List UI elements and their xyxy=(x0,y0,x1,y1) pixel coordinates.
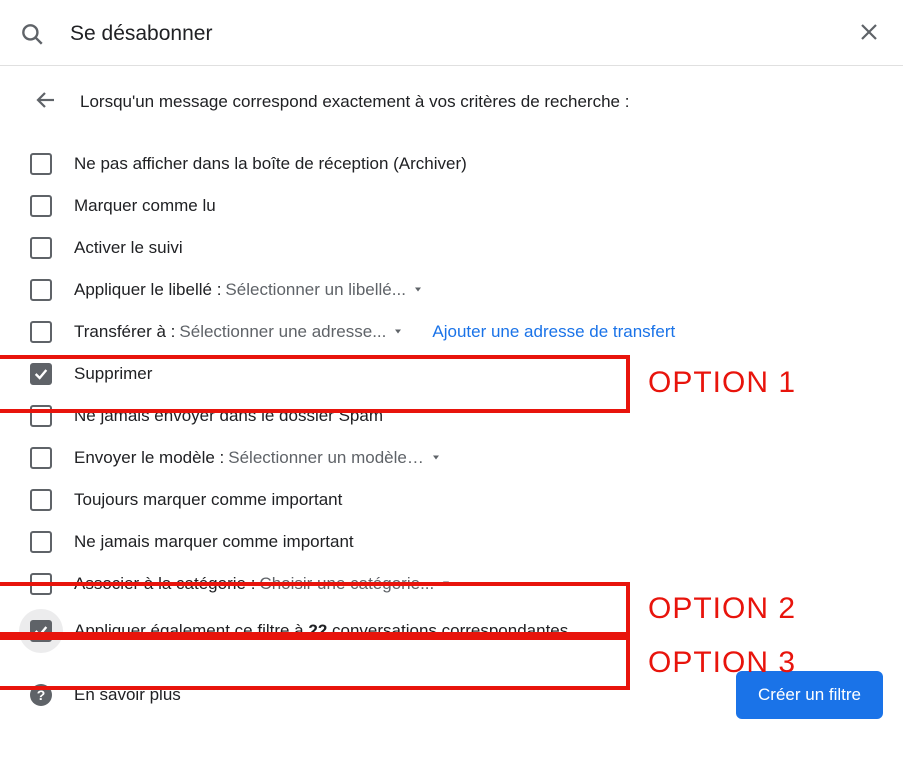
option-apply-label: Appliquer le libellé : Sélectionner un l… xyxy=(30,269,883,311)
intro-text: Lorsqu'un message correspond exactement … xyxy=(80,92,629,112)
label-forward: Transférer à : xyxy=(74,322,175,342)
arrow-left-icon xyxy=(34,88,58,115)
close-button[interactable] xyxy=(853,16,885,51)
label-never-important: Ne jamais marquer comme important xyxy=(74,532,354,552)
select-apply-label[interactable]: Sélectionner un libellé... xyxy=(225,280,424,300)
checkbox-delete[interactable] xyxy=(30,363,52,385)
label-always-important: Toujours marquer comme important xyxy=(74,490,342,510)
option-always-important: Toujours marquer comme important xyxy=(30,479,883,521)
checkbox-forward[interactable] xyxy=(30,321,52,343)
caret-down-icon xyxy=(440,574,452,594)
annotation-label-3: OPTION 3 xyxy=(648,646,796,680)
link-add-forward-address[interactable]: Ajouter une adresse de transfert xyxy=(432,322,675,342)
option-archive: Ne pas afficher dans la boîte de récepti… xyxy=(30,143,883,185)
checkbox-never-spam[interactable] xyxy=(30,405,52,427)
label-mark-read: Marquer comme lu xyxy=(74,196,216,216)
back-button[interactable] xyxy=(30,84,62,119)
checkbox-send-template[interactable] xyxy=(30,447,52,469)
option-send-template: Envoyer le modèle : Sélectionner un modè… xyxy=(30,437,883,479)
option-never-important: Ne jamais marquer comme important xyxy=(30,521,883,563)
option-never-spam: Ne jamais envoyer dans le dossier Spam xyxy=(30,395,883,437)
checkbox-mark-read[interactable] xyxy=(30,195,52,217)
label-archive: Ne pas afficher dans la boîte de récepti… xyxy=(74,154,467,174)
checkbox-categorize[interactable] xyxy=(30,573,52,595)
search-bar xyxy=(0,0,903,66)
search-icon xyxy=(18,20,46,48)
search-input[interactable] xyxy=(68,21,853,47)
select-send-template[interactable]: Sélectionner un modèle… xyxy=(228,448,442,468)
checkbox-apply-existing[interactable] xyxy=(30,620,52,642)
label-delete: Supprimer xyxy=(74,364,152,384)
annotation-label-1: OPTION 1 xyxy=(648,366,796,400)
label-send-template: Envoyer le modèle : xyxy=(74,448,224,468)
checkbox-always-important[interactable] xyxy=(30,489,52,511)
caret-down-icon xyxy=(430,448,442,468)
label-star: Activer le suivi xyxy=(74,238,183,258)
select-categorize[interactable]: Choisir une catégorie... xyxy=(259,574,452,594)
checkbox-star[interactable] xyxy=(30,237,52,259)
option-mark-read: Marquer comme lu xyxy=(30,185,883,227)
option-forward: Transférer à : Sélectionner une adresse.… xyxy=(30,311,883,353)
help-icon[interactable]: ? xyxy=(30,684,52,706)
label-apply-label: Appliquer le libellé : xyxy=(74,280,221,300)
checkbox-apply-label[interactable] xyxy=(30,279,52,301)
label-categorize: Associer à la catégorie : xyxy=(74,574,255,594)
checkbox-halo xyxy=(19,609,63,653)
select-forward[interactable]: Sélectionner une adresse... xyxy=(179,322,404,342)
caret-down-icon xyxy=(392,322,404,342)
option-star: Activer le suivi xyxy=(30,227,883,269)
annotation-label-2: OPTION 2 xyxy=(648,592,796,626)
checkbox-archive[interactable] xyxy=(30,153,52,175)
learn-more-link[interactable]: En savoir plus xyxy=(74,685,181,705)
label-apply-existing: Appliquer également ce filtre à 22 conve… xyxy=(74,621,573,641)
filter-actions-panel: Lorsqu'un message correspond exactement … xyxy=(0,66,903,749)
caret-down-icon xyxy=(412,280,424,300)
label-never-spam: Ne jamais envoyer dans le dossier Spam xyxy=(74,406,383,426)
close-icon xyxy=(857,20,881,47)
checkbox-never-important[interactable] xyxy=(30,531,52,553)
